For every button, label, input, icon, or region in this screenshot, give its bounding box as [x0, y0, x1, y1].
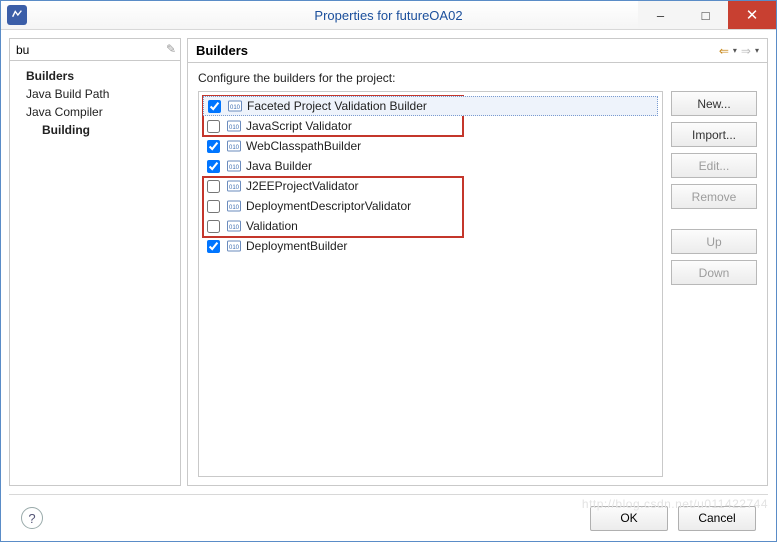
builder-row[interactable]: 010 DeploymentBuilder [203, 236, 658, 256]
nav-fwd-icon[interactable]: ⇒ [741, 44, 751, 58]
svg-text:010: 010 [229, 205, 240, 211]
category-tree-pane: ✎ Builders Java Build Path Java Compiler… [9, 38, 181, 486]
builders-list[interactable]: 010Faceted Project Validation Builder010… [198, 91, 663, 477]
builder-checkbox[interactable] [207, 240, 220, 253]
builder-label: Java Builder [246, 159, 312, 173]
svg-text:010: 010 [229, 225, 240, 231]
svg-text:010: 010 [229, 185, 240, 191]
svg-text:010: 010 [229, 125, 240, 131]
builder-checkbox[interactable] [207, 140, 220, 153]
ok-button[interactable]: OK [590, 506, 668, 531]
button-column: New... Import... Edit... Remove Up Down [671, 91, 757, 477]
spacer [671, 215, 757, 223]
help-icon[interactable]: ? [21, 507, 43, 529]
tree-item-java-build-path[interactable]: Java Build Path [10, 85, 180, 103]
svg-text:010: 010 [229, 165, 240, 171]
up-button[interactable]: Up [671, 229, 757, 254]
tree-item-builders[interactable]: Builders [10, 67, 180, 85]
builder-icon: 010 [226, 238, 242, 254]
clear-filter-icon[interactable]: ✎ [166, 42, 176, 56]
builder-icon: 010 [226, 218, 242, 234]
builder-checkbox[interactable] [207, 220, 220, 233]
svg-text:010: 010 [229, 145, 240, 151]
app-icon [7, 5, 27, 25]
builders-panel: Builders ⇐ ▾ ⇒ ▾ Configure the builders fo… [187, 38, 768, 486]
builder-row[interactable]: 010 Faceted Project Validation Builder [203, 96, 658, 116]
builder-checkbox[interactable] [207, 180, 220, 193]
builder-label: Faceted Project Validation Builder [247, 99, 427, 113]
builder-row[interactable]: 010 JavaScript Validator [203, 116, 658, 136]
builder-icon: 010 [226, 178, 242, 194]
builder-label: JavaScript Validator [246, 119, 352, 133]
builder-icon: 010 [227, 98, 243, 114]
client-area: ✎ Builders Java Build Path Java Compiler… [1, 30, 776, 541]
nav-back-icon[interactable]: ⇐ [719, 44, 729, 58]
nav-back-menu-icon[interactable]: ▾ [733, 46, 737, 55]
tree-item-java-compiler[interactable]: Java Compiler [10, 103, 180, 121]
import-button[interactable]: Import... [671, 122, 757, 147]
svg-text:010: 010 [230, 105, 241, 111]
close-button[interactable]: ✕ [728, 1, 776, 29]
nav-fwd-menu-icon[interactable]: ▾ [755, 46, 759, 55]
dialog-footer: ? OK Cancel [9, 495, 768, 541]
builder-row[interactable]: 010 WebClasspathBuilder [203, 136, 658, 156]
svg-text:010: 010 [229, 245, 240, 251]
builder-icon: 010 [226, 138, 242, 154]
builder-label: J2EEProjectValidator [246, 179, 359, 193]
builder-checkbox[interactable] [207, 200, 220, 213]
builder-row[interactable]: 010 DeploymentDescriptorValidator [203, 196, 658, 216]
builder-checkbox[interactable] [207, 120, 220, 133]
tree-item-building[interactable]: Building [10, 121, 180, 139]
cancel-button[interactable]: Cancel [678, 506, 756, 531]
panel-header: Builders ⇐ ▾ ⇒ ▾ [188, 39, 767, 63]
builder-row[interactable]: 010 J2EEProjectValidator [203, 176, 658, 196]
down-button[interactable]: Down [671, 260, 757, 285]
builder-icon: 010 [226, 198, 242, 214]
minimize-button[interactable]: – [638, 1, 683, 29]
nav-arrows: ⇐ ▾ ⇒ ▾ [719, 44, 759, 58]
builder-label: DeploymentDescriptorValidator [246, 199, 411, 213]
builder-label: Validation [246, 219, 298, 233]
properties-dialog: Properties for futureOA02 – □ ✕ ✎ Builde… [0, 0, 777, 542]
builder-checkbox[interactable] [208, 100, 221, 113]
window-buttons: – □ ✕ [638, 1, 776, 29]
title-bar: Properties for futureOA02 – □ ✕ [1, 1, 776, 30]
panel-title: Builders [196, 43, 248, 58]
category-tree[interactable]: Builders Java Build Path Java Compiler B… [10, 61, 180, 485]
filter-wrap: ✎ [10, 39, 180, 61]
builder-row[interactable]: 010 Validation [203, 216, 658, 236]
builder-label: DeploymentBuilder [246, 239, 347, 253]
builder-icon: 010 [226, 158, 242, 174]
builder-icon: 010 [226, 118, 242, 134]
filter-input[interactable] [10, 39, 180, 61]
remove-button[interactable]: Remove [671, 184, 757, 209]
builder-label: WebClasspathBuilder [246, 139, 361, 153]
edit-button[interactable]: Edit... [671, 153, 757, 178]
panel-description: Configure the builders for the project: [198, 71, 757, 85]
builder-checkbox[interactable] [207, 160, 220, 173]
new-button[interactable]: New... [671, 91, 757, 116]
maximize-button[interactable]: □ [683, 1, 728, 29]
builder-row[interactable]: 010 Java Builder [203, 156, 658, 176]
